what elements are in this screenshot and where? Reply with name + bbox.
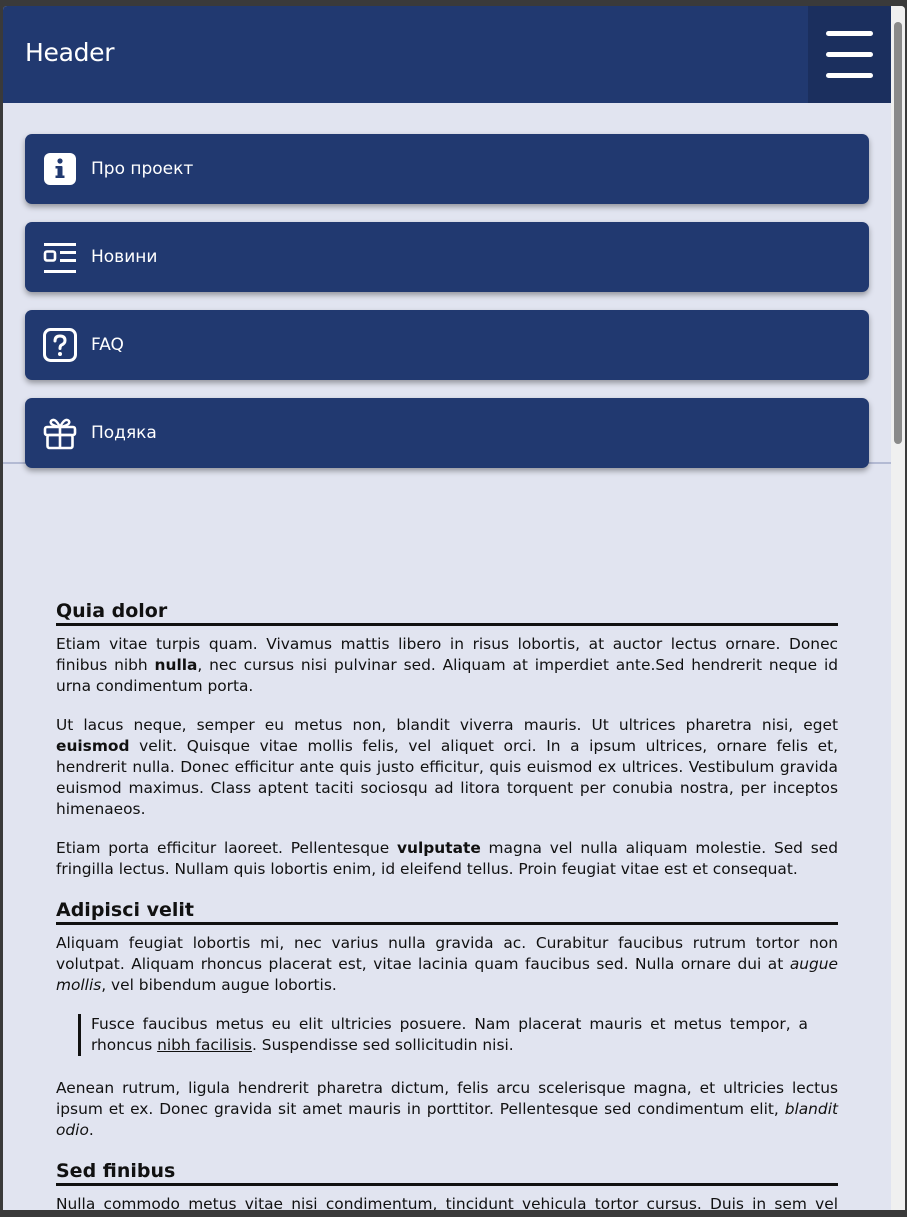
nav-item-label: FAQ bbox=[91, 335, 124, 355]
nav-item-label: Новини bbox=[91, 247, 158, 267]
paragraph: Aliquam feugiat lobortis mi, nec varius … bbox=[56, 934, 838, 994]
hamburger-menu-button[interactable] bbox=[808, 6, 891, 103]
nav-item-thanks[interactable]: Подяка bbox=[25, 398, 869, 468]
article-content: Quia dolor Etiam vitae turpis quam. Viva… bbox=[3, 464, 891, 1210]
section-heading: Quia dolor bbox=[56, 599, 838, 626]
question-icon bbox=[43, 328, 77, 362]
nav-item-news[interactable]: Новини bbox=[25, 222, 869, 292]
page-viewport: Header Про проект Новини FAQ Подяка Quia… bbox=[3, 6, 891, 1210]
nav-item-about[interactable]: Про проект bbox=[25, 134, 869, 204]
nav-item-label: Подяка bbox=[91, 423, 157, 443]
section-heading: Adipisci velit bbox=[56, 898, 838, 925]
browser-window: Header Про проект Новини FAQ Подяка Quia… bbox=[3, 6, 905, 1210]
hamburger-menu-icon-bar bbox=[826, 73, 873, 78]
paragraph: Aenean rutrum, ligula hendrerit pharetra… bbox=[56, 1079, 838, 1139]
blockquote: Fusce faucibus metus eu elit ultricies p… bbox=[78, 1014, 808, 1056]
paragraph: Etiam vitae turpis quam. Vivamus mattis … bbox=[56, 635, 838, 695]
nav-item-faq[interactable]: FAQ bbox=[25, 310, 869, 380]
nav-menu: Про проект Новини FAQ Подяка bbox=[3, 103, 891, 468]
news-icon bbox=[43, 240, 77, 274]
header-title: Header bbox=[25, 38, 115, 67]
section-heading: Sed finibus bbox=[56, 1159, 838, 1186]
paragraph: Etiam porta efficitur laoreet. Pellentes… bbox=[56, 839, 838, 878]
hamburger-menu-icon-bar bbox=[826, 52, 873, 57]
paragraph: Ut lacus neque, semper eu metus non, bla… bbox=[56, 716, 838, 818]
underlined-text: nibh facilisis bbox=[157, 1036, 253, 1054]
nav-item-label: Про проект bbox=[91, 159, 194, 179]
info-icon bbox=[43, 152, 77, 186]
scrollbar-thumb[interactable] bbox=[894, 22, 902, 444]
vertical-scrollbar[interactable] bbox=[891, 6, 905, 1210]
gift-icon bbox=[43, 416, 77, 450]
app-header: Header bbox=[3, 6, 891, 103]
hamburger-menu-icon bbox=[826, 31, 873, 36]
paragraph: Nulla commodo metus vitae nisi condiment… bbox=[56, 1195, 838, 1210]
